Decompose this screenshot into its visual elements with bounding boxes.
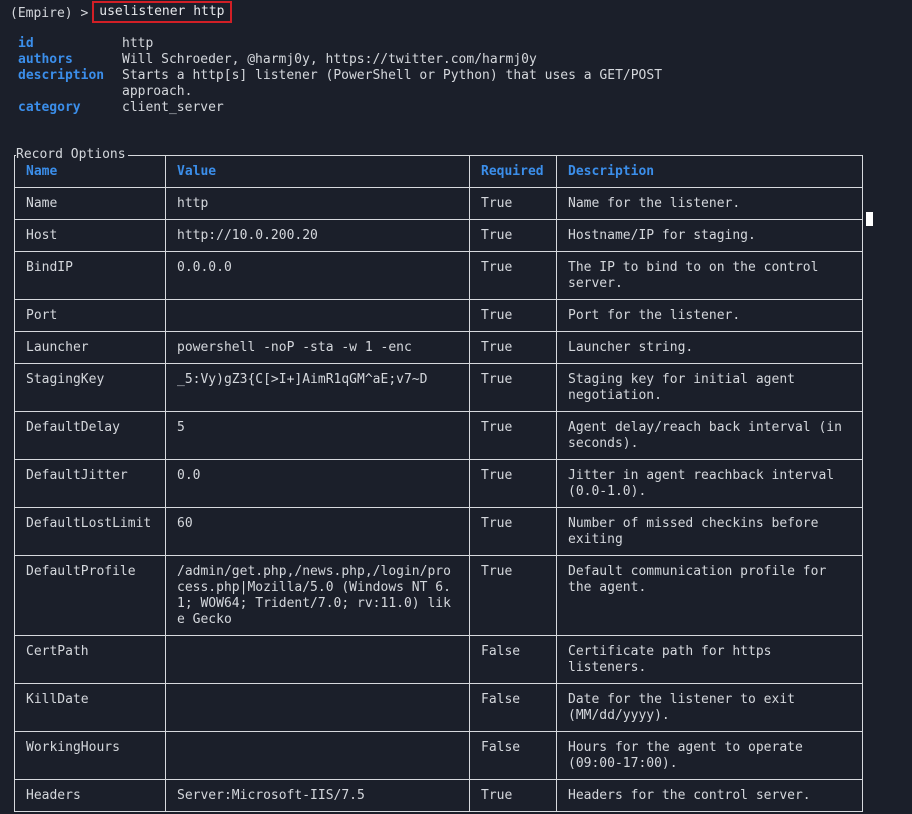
table-header-row: Name Value Required Description (14, 155, 863, 188)
table-row: Headers Server:Microsoft-IIS/7.5 True Heade… (14, 779, 863, 812)
table-row: Host http://10.0.200.20 True Hostname/IP fo… (14, 219, 863, 252)
option-name: BindIP (14, 251, 166, 300)
table-row: Port True Port for the listener. (14, 299, 863, 332)
info-key: category (18, 100, 81, 115)
option-name: WorkingHours (14, 731, 166, 780)
option-name: KillDate (14, 683, 166, 732)
terminal-cursor (866, 212, 873, 226)
option-value: _5:Vy)gZ3{C[>I+]AimR1qGM^aE;v7~D (165, 363, 470, 412)
option-value: http://10.0.200.20 (165, 219, 470, 252)
option-description: Launcher string. (556, 331, 863, 364)
command-prompt-line: (Empire) > uselistener http (10, 1, 232, 23)
option-value: 5 (165, 411, 470, 460)
option-required: True (469, 187, 557, 220)
option-required: False (469, 731, 557, 780)
option-description: Date for the listener to exit (MM/dd/yyy… (556, 683, 863, 732)
column-header-required: Required (469, 155, 557, 188)
option-value: Server:Microsoft-IIS/7.5 (165, 779, 470, 812)
info-row-category: category client_server (18, 100, 718, 116)
option-description: Certificate path for https listeners. (556, 635, 863, 684)
option-name: Port (14, 299, 166, 332)
option-required: True (469, 299, 557, 332)
option-description: The IP to bind to on the control server. (556, 251, 863, 300)
option-description: Number of missed checkins before exiting (556, 507, 863, 556)
option-required: True (469, 507, 557, 556)
info-value: http (122, 36, 154, 51)
terminal-window[interactable]: (Empire) > uselistener http id http autho… (0, 0, 912, 814)
info-row-description: description Starts a http[s] listener (P… (18, 68, 718, 100)
option-value: 60 (165, 507, 470, 556)
info-value: client_server (122, 100, 224, 115)
option-value: 0.0.0.0 (165, 251, 470, 300)
option-required: True (469, 219, 557, 252)
option-value: http (165, 187, 470, 220)
option-description: Staging key for initial agent negotiatio… (556, 363, 863, 412)
info-key: description (18, 68, 105, 83)
column-header-value: Value (165, 155, 470, 188)
options-table-body: Name http True Name for the listener. Host ht… (14, 187, 863, 812)
record-options-title: Record Options (16, 147, 128, 163)
option-name: Name (14, 187, 166, 220)
info-key: authors (18, 52, 73, 67)
option-name: DefaultJitter (14, 459, 166, 508)
prompt-prefix: (Empire) > (10, 6, 89, 21)
option-name: StagingKey (14, 363, 166, 412)
option-required: True (469, 555, 557, 636)
table-row: StagingKey _5:Vy)gZ3{C[>I+]AimR1qGM^aE;v7… (14, 363, 863, 412)
info-value: Starts a http[s] listener (PowerShell or… (122, 68, 663, 99)
option-value (165, 731, 470, 780)
option-value (165, 299, 470, 332)
option-name: DefaultDelay (14, 411, 166, 460)
table-row: DefaultJitter 0.0 True Jitter in agent reac… (14, 459, 863, 508)
info-key: id (18, 36, 34, 51)
table-row: Name http True Name for the listener. (14, 187, 863, 220)
option-name: Headers (14, 779, 166, 812)
module-info: id http authors Will Schroeder, @harmj0y… (18, 36, 718, 116)
option-required: True (469, 411, 557, 460)
table-row: KillDate False Date for the listener to ex… (14, 683, 863, 732)
option-name: Launcher (14, 331, 166, 364)
option-name: DefaultLostLimit (14, 507, 166, 556)
option-value: 0.0 (165, 459, 470, 508)
table-row: WorkingHours False Hours for the agent to … (14, 731, 863, 780)
info-row-authors: authors Will Schroeder, @harmj0y, https:… (18, 52, 718, 68)
option-description: Hostname/IP for staging. (556, 219, 863, 252)
option-value (165, 683, 470, 732)
info-row-id: id http (18, 36, 718, 52)
option-description: Name for the listener. (556, 187, 863, 220)
table-row: DefaultDelay 5 True Agent delay/reach back … (14, 411, 863, 460)
option-value: /admin/get.php,/news.php,/login/process.… (165, 555, 470, 636)
table-row: Launcher powershell -noP -sta -w 1 -enc Tr… (14, 331, 863, 364)
table-row: CertPath False Certificate path for https … (14, 635, 863, 684)
table-row: BindIP 0.0.0.0 True The IP to bind to on th… (14, 251, 863, 300)
column-header-description: Description (556, 155, 863, 188)
option-name: DefaultProfile (14, 555, 166, 636)
option-description: Hours for the agent to operate (09:00-17… (556, 731, 863, 780)
option-description: Port for the listener. (556, 299, 863, 332)
option-description: Default communication profile for the ag… (556, 555, 863, 636)
option-name: Host (14, 219, 166, 252)
option-required: False (469, 683, 557, 732)
option-required: True (469, 363, 557, 412)
table-row: DefaultLostLimit 60 True Number of missed c… (14, 507, 863, 556)
option-name: CertPath (14, 635, 166, 684)
options-table: Name Value Required Description Name http… (14, 155, 863, 812)
option-value: powershell -noP -sta -w 1 -enc (165, 331, 470, 364)
info-value: Will Schroeder, @harmj0y, https://twitte… (122, 52, 537, 67)
option-description: Headers for the control server. (556, 779, 863, 812)
option-required: True (469, 251, 557, 300)
option-required: True (469, 459, 557, 508)
table-row: DefaultProfile/admin/get.php,/news.php,/… (14, 555, 863, 636)
option-description: Agent delay/reach back interval (in seco… (556, 411, 863, 460)
option-required: True (469, 331, 557, 364)
option-required: False (469, 635, 557, 684)
entered-command: uselistener http (92, 1, 232, 23)
option-description: Jitter in agent reachback interval (0.0-… (556, 459, 863, 508)
option-required: True (469, 779, 557, 812)
option-value (165, 635, 470, 684)
